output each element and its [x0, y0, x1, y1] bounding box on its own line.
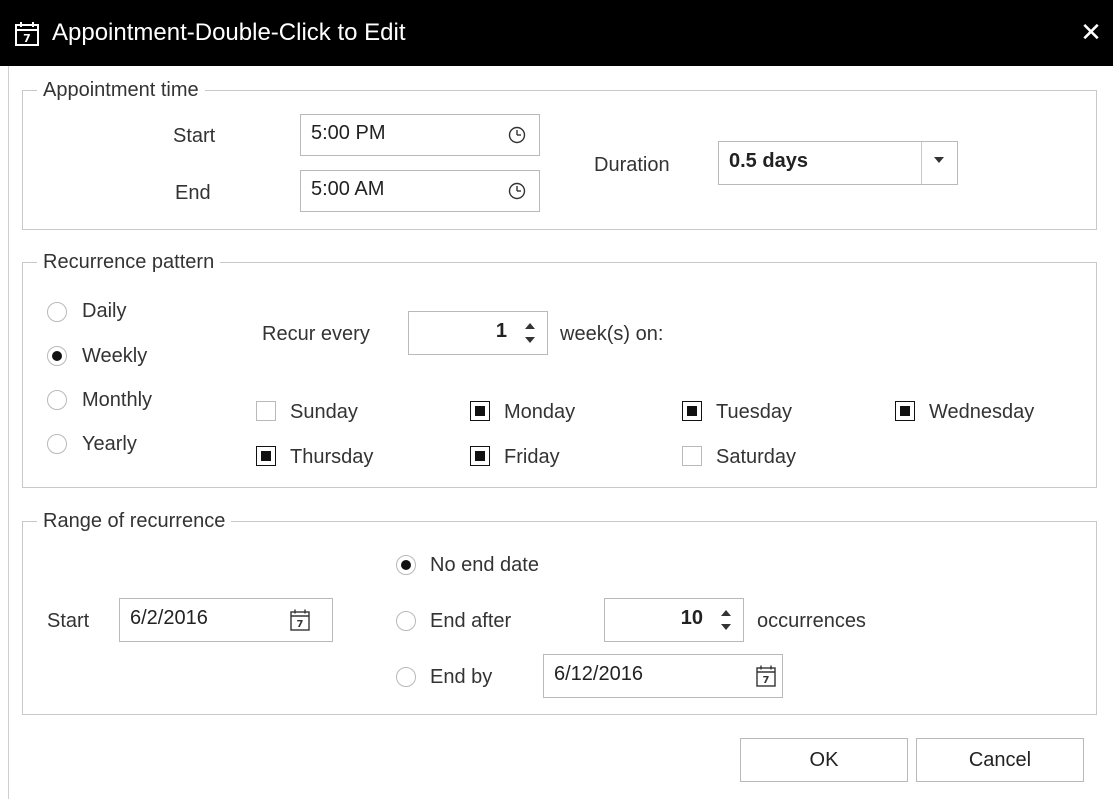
ok-button[interactable]: OK: [740, 738, 908, 782]
clock-icon[interactable]: [508, 182, 526, 200]
end-time-label: End: [175, 182, 211, 204]
calendar-icon: 7: [15, 22, 39, 46]
end-time-value: 5:00 AM: [311, 178, 385, 200]
sunday-label[interactable]: Sunday: [290, 399, 358, 425]
range-start-date-input[interactable]: 6/2/2016 7: [119, 598, 333, 642]
end-by-date-input[interactable]: 6/12/2016 7: [543, 654, 783, 698]
radio-end-by[interactable]: [396, 667, 416, 687]
svg-text:7: 7: [763, 675, 770, 686]
occurrences-value: 10: [680, 607, 703, 629]
monthly-label[interactable]: Monthly: [82, 387, 152, 413]
spin-down-icon[interactable]: [721, 624, 731, 630]
recur-every-label: Recur every: [262, 323, 370, 345]
checkbox-wednesday[interactable]: [895, 401, 915, 421]
radio-no-end-date[interactable]: [396, 555, 416, 575]
checkbox-tuesday[interactable]: [682, 401, 702, 421]
recur-every-stepper[interactable]: 1: [408, 311, 548, 355]
yearly-label[interactable]: Yearly: [82, 431, 137, 457]
start-time-value: 5:00 PM: [311, 122, 386, 144]
duration-value: 0.5 days: [729, 150, 808, 172]
duration-select[interactable]: 0.5 days: [718, 141, 958, 185]
tuesday-label[interactable]: Tuesday: [716, 399, 792, 425]
checkbox-saturday[interactable]: [682, 446, 702, 466]
monday-label[interactable]: Monday: [504, 399, 575, 425]
calendar-icon[interactable]: 7: [756, 665, 776, 687]
range-start-value: 6/2/2016: [130, 607, 208, 629]
radio-daily[interactable]: [47, 302, 67, 322]
spin-down-icon[interactable]: [525, 337, 535, 343]
occurrences-stepper[interactable]: 10: [604, 598, 744, 642]
radio-end-after[interactable]: [396, 611, 416, 631]
svg-text:7: 7: [297, 619, 304, 630]
end-time-input[interactable]: 5:00 AM: [300, 170, 540, 212]
radio-weekly[interactable]: [47, 346, 67, 366]
radio-yearly[interactable]: [47, 434, 67, 454]
close-icon[interactable]: ✕: [1078, 20, 1104, 46]
recurrence-pattern-legend: Recurrence pattern: [37, 249, 221, 275]
occurrences-label: occurrences: [757, 610, 866, 632]
spin-up-icon[interactable]: [525, 323, 535, 329]
friday-label[interactable]: Friday: [504, 444, 560, 470]
range-of-recurrence-legend: Range of recurrence: [37, 508, 232, 534]
start-time-label: Start: [173, 125, 216, 147]
svg-text:7: 7: [23, 32, 31, 45]
title-bar: 7 Appointment-Double-Click to Edit ✕: [0, 0, 1113, 66]
clock-icon[interactable]: [508, 126, 526, 144]
checkbox-thursday[interactable]: [256, 446, 276, 466]
weekly-label[interactable]: Weekly: [82, 343, 147, 369]
recur-every-value: 1: [495, 320, 507, 342]
duration-label: Duration: [594, 154, 670, 176]
saturday-label[interactable]: Saturday: [716, 444, 796, 470]
spin-up-icon[interactable]: [721, 610, 731, 616]
thursday-label[interactable]: Thursday: [290, 444, 373, 470]
checkbox-friday[interactable]: [470, 446, 490, 466]
weeks-on-label: week(s) on:: [560, 323, 664, 345]
radio-monthly[interactable]: [47, 390, 67, 410]
wednesday-label[interactable]: Wednesday: [929, 399, 1034, 425]
checkbox-monday[interactable]: [470, 401, 490, 421]
range-start-label: Start: [47, 610, 90, 632]
end-after-label[interactable]: End after: [430, 608, 511, 634]
end-by-label[interactable]: End by: [430, 664, 492, 690]
end-by-value: 6/12/2016: [554, 663, 643, 685]
no-end-date-label[interactable]: No end date: [430, 552, 539, 578]
calendar-icon[interactable]: 7: [290, 609, 310, 631]
chevron-down-icon[interactable]: [921, 142, 957, 184]
start-time-input[interactable]: 5:00 PM: [300, 114, 540, 156]
window-title: Appointment-Double-Click to Edit: [52, 19, 406, 46]
cancel-button[interactable]: Cancel: [916, 738, 1084, 782]
window-border: [8, 66, 9, 799]
daily-label[interactable]: Daily: [82, 298, 126, 324]
appointment-time-legend: Appointment time: [37, 77, 205, 103]
checkbox-sunday[interactable]: [256, 401, 276, 421]
